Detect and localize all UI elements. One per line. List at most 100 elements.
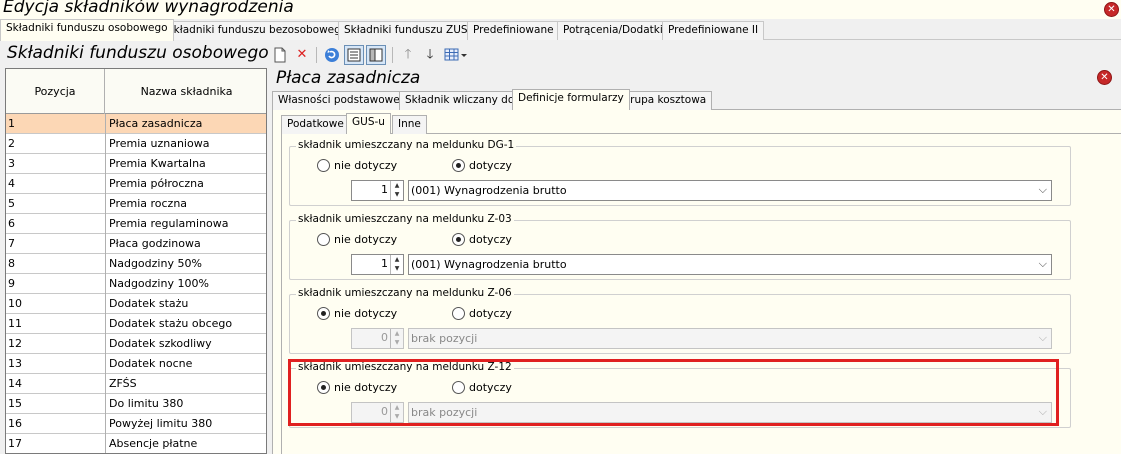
radio-dotyczy[interactable]: dotyczy <box>452 233 512 246</box>
position-stepper[interactable]: 0 ▲ ▼ <box>351 328 404 349</box>
cell-nazwa: Dodatek szkodliwy <box>109 337 212 350</box>
table-row[interactable]: 14 ZFŚS <box>6 374 266 394</box>
radio-label: dotyczy <box>469 233 512 246</box>
tab-grupa-kosztowa[interactable]: Grupa kosztowa <box>616 91 713 110</box>
radio-circle-icon <box>452 233 465 246</box>
table-row[interactable]: 4 Premia półroczna <box>6 174 266 194</box>
cell-pozycja: 1 <box>8 117 15 130</box>
tab-potracenia-dodatki[interactable]: Potrącenia/Dodatki <box>557 21 669 40</box>
group-title: składnik umieszczany na meldunku Z-03 <box>296 213 514 225</box>
stepper-arrows-icon[interactable]: ▲ ▼ <box>390 403 403 422</box>
chevron-down-icon: ⌵ <box>1038 331 1047 344</box>
subtab-podatkowe[interactable]: Podatkowe <box>281 115 350 134</box>
position-stepper[interactable]: 1 ▲ ▼ <box>351 180 404 201</box>
move-up-icon[interactable]: 🡑 <box>398 45 418 65</box>
tab-skladnik-wliczany-do[interactable]: Składnik wliczany do <box>399 91 521 110</box>
position-stepper[interactable]: 0 ▲ ▼ <box>351 402 404 423</box>
radio-label: nie dotyczy <box>334 307 398 320</box>
table-row[interactable]: 1 Płaca zasadnicza <box>6 114 266 134</box>
radio-dotyczy[interactable]: dotyczy <box>452 307 512 320</box>
radio-circle-icon <box>317 159 330 172</box>
cell-nazwa: ZFŚS <box>109 377 137 390</box>
chevron-down-icon: ⌵ <box>1038 405 1047 418</box>
close-detail-icon[interactable]: ✕ <box>1097 70 1112 85</box>
cell-pozycja: 2 <box>8 137 15 150</box>
left-panel-title: Składniki funduszu osobowego <box>7 43 269 63</box>
subtab-gus-u[interactable]: GUS-u <box>346 113 391 134</box>
column-divider <box>105 114 106 134</box>
table-row[interactable]: 15 Do limitu 380 <box>6 394 266 414</box>
delete-icon[interactable]: ✕ <box>292 45 312 65</box>
column-divider <box>105 254 106 274</box>
tab-wlasnosci-podstawowe[interactable]: Własności podstawowe <box>272 91 406 110</box>
grid-options-icon[interactable] <box>442 45 470 65</box>
dropdown-value: brak pozycji <box>411 332 478 345</box>
move-down-icon[interactable]: 🡓 <box>420 45 440 65</box>
column-header-pozycja[interactable]: Pozycja <box>6 69 105 114</box>
position-dropdown[interactable]: brak pozycji ⌵ <box>408 402 1052 423</box>
table-row[interactable]: 5 Premia roczna <box>6 194 266 214</box>
table-row[interactable]: 11 Dodatek stażu obcego <box>6 314 266 334</box>
table-row[interactable]: 13 Dodatek nocne <box>6 354 266 374</box>
top-tab-bar: Składniki funduszu osobowego Składniki f… <box>0 19 1121 41</box>
table-row[interactable]: 3 Premia Kwartalna <box>6 154 266 174</box>
cell-nazwa: Premia regulaminowa <box>109 217 229 230</box>
table-row[interactable]: 8 Nadgodziny 50% <box>6 254 266 274</box>
group-box: składnik umieszczany na meldunku Z-12 nie… <box>289 361 1071 428</box>
radio-nie-dotyczy[interactable]: nie dotyczy <box>317 159 397 172</box>
radio-circle-icon <box>317 381 330 394</box>
tab-fundusz-bezosobowy[interactable]: Składniki funduszu bezosobowego <box>161 21 354 40</box>
stepper-value: 1 <box>381 257 388 270</box>
view-form-icon[interactable] <box>344 45 364 65</box>
tab-fundusz-osobowy[interactable]: Składniki funduszu osobowego <box>0 19 174 41</box>
table-row[interactable]: 16 Powyżej limitu 380 <box>6 414 266 434</box>
radio-dotyczy[interactable]: dotyczy <box>452 381 512 394</box>
tab-predefiniowane-2[interactable]: Predefiniowane II <box>662 21 765 40</box>
table-header: Pozycja Nazwa składnika <box>6 69 266 114</box>
position-dropdown[interactable]: brak pozycji ⌵ <box>408 328 1052 349</box>
detail-title: Płaca zasadnicza <box>276 68 421 88</box>
new-document-icon[interactable] <box>270 45 290 65</box>
radio-nie-dotyczy[interactable]: nie dotyczy <box>317 307 397 320</box>
tab-predefiniowane-1[interactable]: Predefiniowane I <box>467 21 566 40</box>
column-divider <box>105 294 106 314</box>
table-row[interactable]: 6 Premia regulaminowa <box>6 214 266 234</box>
split-view-icon[interactable] <box>366 45 386 65</box>
cell-nazwa: Dodatek stażu obcego <box>109 317 233 330</box>
group-title: składnik umieszczany na meldunku Z-12 <box>296 361 514 373</box>
table-row[interactable]: 7 Płaca godzinowa <box>6 234 266 254</box>
cell-pozycja: 8 <box>8 257 15 270</box>
table-row[interactable]: 9 Nadgodziny 100% <box>6 274 266 294</box>
radio-nie-dotyczy[interactable]: nie dotyczy <box>317 233 397 246</box>
cell-pozycja: 9 <box>8 277 15 290</box>
dropdown-value: brak pozycji <box>411 406 478 419</box>
stepper-arrows-icon[interactable]: ▲ ▼ <box>390 329 403 348</box>
column-header-nazwa[interactable]: Nazwa składnika <box>105 69 266 114</box>
radio-label: dotyczy <box>469 307 512 320</box>
chevron-down-icon: ⌵ <box>1038 257 1047 270</box>
toolbar: ✕ 🡑 🡓 <box>270 44 500 68</box>
refresh-icon[interactable] <box>322 45 342 65</box>
stepper-value: 1 <box>381 183 388 196</box>
tab-definicje-formularzy[interactable]: Definicje formularzy <box>512 89 630 110</box>
position-dropdown[interactable]: (001) Wynagrodzenia brutto ⌵ <box>408 180 1052 201</box>
cell-pozycja: 15 <box>8 397 22 410</box>
tab-fundusz-zus[interactable]: Składniki funduszu ZUS <box>338 21 474 40</box>
window-title: Edycja składników wynagrodzenia <box>3 0 294 17</box>
subtab-inne[interactable]: Inne <box>392 115 427 134</box>
radio-nie-dotyczy[interactable]: nie dotyczy <box>317 381 397 394</box>
table-row[interactable]: 10 Dodatek stażu <box>6 294 266 314</box>
stepper-arrows-icon[interactable]: ▲ ▼ <box>390 181 403 200</box>
table-row[interactable]: 17 Absencje płatne <box>6 434 266 453</box>
table-row[interactable]: 2 Premia uznaniowa <box>6 134 266 154</box>
table-row[interactable]: 12 Dodatek szkodliwy <box>6 334 266 354</box>
close-window-icon[interactable]: ✕ <box>1104 2 1119 17</box>
radio-dotyczy[interactable]: dotyczy <box>452 159 512 172</box>
cell-pozycja: 3 <box>8 157 15 170</box>
position-dropdown[interactable]: (001) Wynagrodzenia brutto ⌵ <box>408 254 1052 275</box>
radio-circle-icon <box>317 233 330 246</box>
position-stepper[interactable]: 1 ▲ ▼ <box>351 254 404 275</box>
radio-label: nie dotyczy <box>334 381 398 394</box>
stepper-arrows-icon[interactable]: ▲ ▼ <box>390 255 403 274</box>
detail-tab-bar: Własności podstawowe Składnik wliczany d… <box>272 89 713 110</box>
